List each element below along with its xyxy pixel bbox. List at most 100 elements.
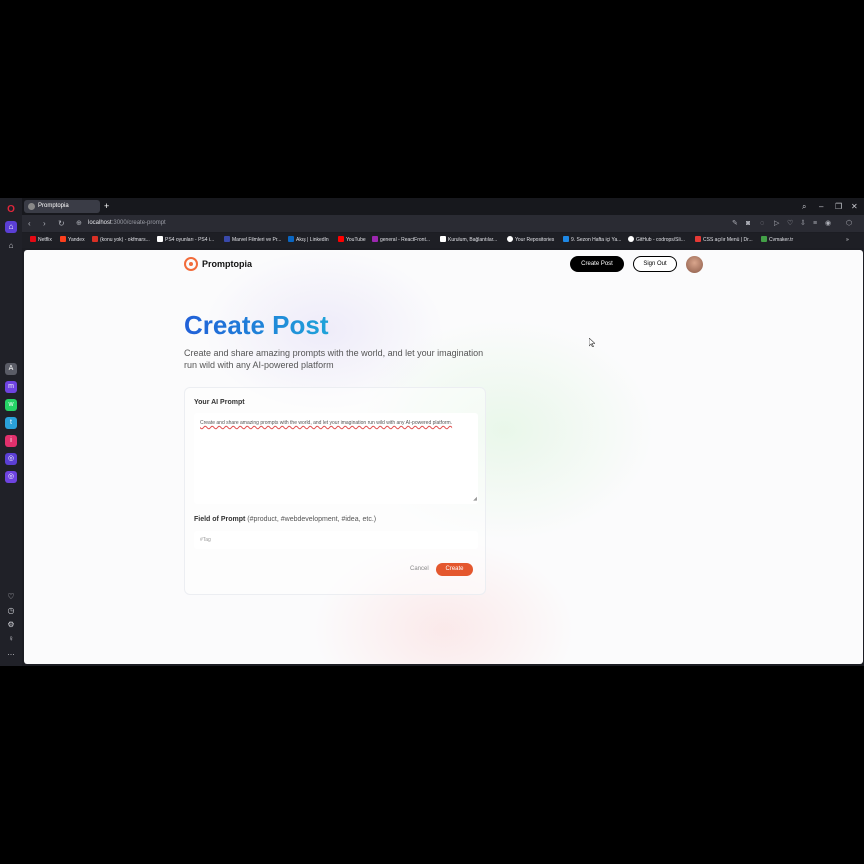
whatsapp-icon[interactable]: w	[5, 399, 17, 411]
user-avatar[interactable]	[686, 256, 703, 273]
brand-logo[interactable]: Promptopia	[184, 257, 252, 271]
github-icon	[628, 236, 634, 242]
minimize-icon[interactable]: –	[819, 200, 823, 213]
speed-dial-icon[interactable]: ⌂	[5, 221, 17, 233]
bookmark-gmail[interactable]: (konu yok) - okfmars...	[92, 235, 150, 246]
play-icon[interactable]: ▷	[774, 218, 779, 229]
edit-icon[interactable]: ✎	[732, 218, 738, 229]
download-icon[interactable]: ⇩	[800, 218, 806, 229]
bookmark-label: 9. Sezon Hafta içi Ya...	[571, 237, 622, 243]
marvel-icon	[224, 236, 230, 242]
tag-input[interactable]: #Tag	[194, 531, 478, 549]
bookmark-yandex[interactable]: Yandex	[60, 235, 85, 246]
bookmark-label: Netflix	[38, 237, 52, 243]
bookmark-repositories[interactable]: Your Repositories	[507, 235, 554, 246]
bookmark-label: CSS açılır Menü | Dr...	[703, 237, 753, 243]
bookmark-label: Marvel Filmleri ve Pr...	[232, 237, 282, 243]
easy-setup-icon[interactable]: ≡	[813, 218, 817, 229]
telegram-icon[interactable]: t	[5, 417, 17, 429]
bookmark-heart-icon[interactable]: ♡	[787, 218, 793, 229]
prompt-textarea[interactable]: Create and share amazing prompts with th…	[194, 413, 478, 504]
tab-title: Promptopia	[38, 203, 69, 209]
extensions-icon[interactable]: ⬡	[846, 218, 852, 229]
bookmark-github-codrops[interactable]: GitHub - codrops/Sli...	[628, 235, 685, 246]
bookmark-label: Kurulum, Bağlantılar...	[448, 237, 498, 243]
maximize-icon[interactable]: ❐	[835, 200, 842, 213]
search-tabs-icon[interactable]: ⌕	[802, 200, 806, 213]
app-icon-2[interactable]: ◎	[5, 471, 17, 483]
bookmark-linkedin[interactable]: Akış | LinkedIn	[288, 235, 329, 246]
url-host: localhost	[88, 220, 112, 226]
profile-icon[interactable]: ◉	[825, 218, 831, 229]
heart-icon[interactable]: ♡	[5, 591, 17, 603]
instagram-icon[interactable]: i	[5, 435, 17, 447]
github-icon	[507, 236, 513, 242]
opera-logo-icon[interactable]: O	[5, 204, 17, 216]
mouse-cursor-icon	[589, 338, 595, 347]
close-window-icon[interactable]: ✕	[851, 200, 858, 213]
site-info-icon[interactable]: ⊕	[76, 218, 82, 229]
page-description: Create and share amazing prompts with th…	[184, 348, 484, 370]
tab-bar: Promptopia + ⌕ – ❐ ✕	[22, 198, 864, 215]
page-viewport: Promptopia Create Post Sign Out Create P…	[24, 250, 863, 664]
calendar-icon	[563, 236, 569, 242]
bookmark-ps4[interactable]: PS4 oyunları - PS4 i...	[157, 235, 214, 246]
resize-handle-icon[interactable]: ◢	[473, 495, 477, 503]
sign-out-button[interactable]: Sign Out	[633, 256, 677, 272]
url-path: :3000/create-prompt	[111, 220, 166, 226]
bookmark-cvmaker[interactable]: Cvmaker.tr	[761, 235, 793, 246]
settings-icon[interactable]: ⚙	[5, 619, 17, 631]
bookmark-youtube[interactable]: YouTube	[338, 235, 366, 246]
create-button[interactable]: Create	[436, 563, 473, 576]
bookmark-label: Cvmaker.tr	[769, 237, 794, 243]
tag-label-text: Field of Prompt	[194, 516, 246, 523]
doc-icon	[440, 236, 446, 242]
camera-icon[interactable]: ◙	[746, 218, 750, 229]
slack-icon	[372, 236, 378, 242]
bookmark-label: PS4 oyunları - PS4 i...	[165, 237, 215, 243]
home-icon[interactable]: ⌂	[5, 240, 17, 252]
bookmark-label: Yandex	[68, 237, 85, 243]
bookmarks-bar: Netflix Yandex (konu yok) - okfmars... P…	[22, 233, 864, 248]
tag-hint: (#product, #webdevelopment, #idea, etc.)	[247, 516, 377, 523]
bookmark-label: Your Repositories	[515, 237, 555, 243]
brand-name: Promptopia	[202, 259, 253, 269]
more-bookmarks-icon[interactable]: »	[846, 235, 849, 246]
cvmaker-icon	[761, 236, 767, 242]
messenger-icon[interactable]: m	[5, 381, 17, 393]
bookmark-kurulum[interactable]: Kurulum, Bağlantılar...	[440, 235, 497, 246]
reload-icon[interactable]: ↻	[58, 217, 65, 230]
bookmark-label: GitHub - codrops/Sli...	[636, 237, 685, 243]
forward-icon[interactable]: ›	[43, 217, 46, 230]
url-field[interactable]: localhost:3000/create-prompt	[88, 218, 166, 229]
browser-sidebar: O ⌂ ⌂ A m w t i ◎ ◎ ♡ ◷ ⚙ ♀ …	[0, 198, 22, 666]
history-icon[interactable]: ◷	[5, 605, 17, 617]
browser-window: O ⌂ ⌂ A m w t i ◎ ◎ ♡ ◷ ⚙ ♀ … Promptopia…	[0, 198, 864, 666]
yandex-icon	[60, 236, 66, 242]
new-tab-button[interactable]: +	[104, 200, 109, 213]
prompt-label: Your AI Prompt	[194, 399, 245, 406]
gmail-icon	[92, 236, 98, 242]
bookmark-label: Akış | LinkedIn	[296, 237, 329, 243]
bookmark-netflix[interactable]: Netflix	[30, 235, 52, 246]
back-icon[interactable]: ‹	[28, 217, 31, 230]
more-icon[interactable]: …	[5, 647, 17, 659]
ps4-icon	[157, 236, 163, 242]
bookmark-css-menu[interactable]: CSS açılır Menü | Dr...	[695, 235, 753, 246]
tips-icon[interactable]: ♀	[5, 633, 17, 645]
bookmark-sezon[interactable]: 9. Sezon Hafta içi Ya...	[563, 235, 621, 246]
bookmark-label: general - ReactFront...	[380, 237, 431, 243]
tab-favicon-icon	[28, 203, 35, 210]
create-post-button[interactable]: Create Post	[570, 256, 624, 272]
active-tab[interactable]: Promptopia	[24, 200, 100, 213]
promptopia-logo-icon	[184, 257, 198, 271]
cancel-link[interactable]: Cancel	[410, 566, 429, 572]
bookmark-marvel[interactable]: Marvel Filmleri ve Pr...	[224, 235, 281, 246]
create-prompt-form: Your AI Prompt Create and share amazing …	[184, 387, 486, 595]
aria-icon[interactable]: A	[5, 363, 17, 375]
app-icon[interactable]: ◎	[5, 453, 17, 465]
vpn-icon[interactable]: ◌	[760, 218, 764, 229]
prompt-text: Create and share amazing prompts with th…	[200, 420, 453, 426]
tag-label: Field of Prompt (#product, #webdevelopme…	[194, 516, 376, 523]
bookmark-slack[interactable]: general - ReactFront...	[372, 235, 430, 246]
